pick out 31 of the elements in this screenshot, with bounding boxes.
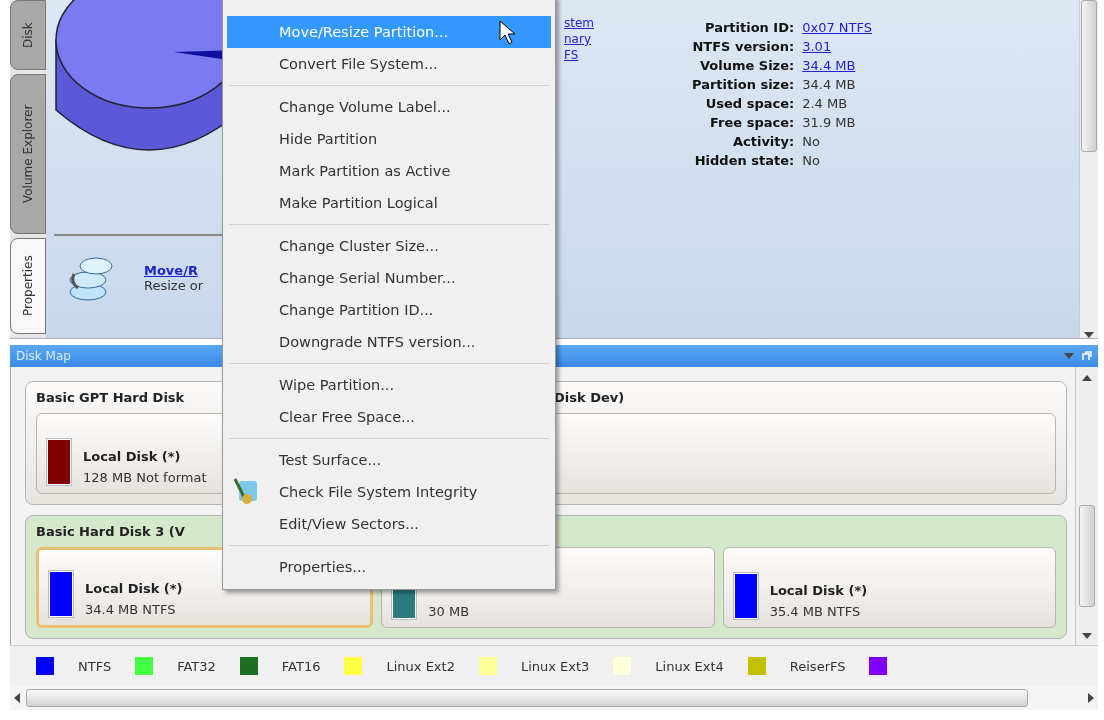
legend-label: Linux Ext4 [655, 658, 724, 674]
partition-info: 128 MB Not format [83, 470, 207, 485]
disk-title: Basic Hard Disk 3 (V [36, 524, 185, 539]
property-label: Hidden state: [693, 153, 795, 168]
property-label: Used space: [704, 96, 795, 111]
property-value: No [802, 153, 821, 168]
property-label: Volume Size: [698, 58, 795, 73]
action-description: Resize or [144, 278, 204, 293]
disk-map-title: Disk Map [16, 349, 71, 363]
legend-label: FAT32 [177, 658, 216, 674]
property-value: 31.9 MB [802, 115, 857, 130]
property-label: NTFS version: [692, 39, 795, 54]
disk-title: Basic GPT Hard Disk [36, 390, 185, 405]
property-label: Partition ID: [703, 20, 795, 35]
legend-label: FAT16 [281, 658, 321, 674]
property-value: No [802, 134, 821, 149]
partition-info: 30 MB [428, 604, 470, 619]
legend-label: NTFS [78, 658, 112, 674]
property-value: 34.4 MB [802, 77, 857, 92]
partition-name: Local Disk (*) [769, 583, 868, 598]
property-label: Free space: [709, 115, 795, 130]
partition-name: Local Disk (*) [83, 449, 182, 464]
partition-name: Local Disk (*) [85, 581, 183, 596]
property-label: Partition size: [692, 77, 795, 92]
legend-label: ReiserFS [789, 658, 846, 674]
legend-label: Linux Ext2 [386, 658, 455, 674]
partition-info: 34.4 MB NTFS [85, 602, 177, 617]
legend-label: Linux Ext3 [520, 658, 590, 674]
property-label: Activity: [731, 134, 795, 149]
partition-info: 35.4 MB NTFS [769, 604, 862, 619]
property-value: 2.4 MB [802, 96, 849, 111]
